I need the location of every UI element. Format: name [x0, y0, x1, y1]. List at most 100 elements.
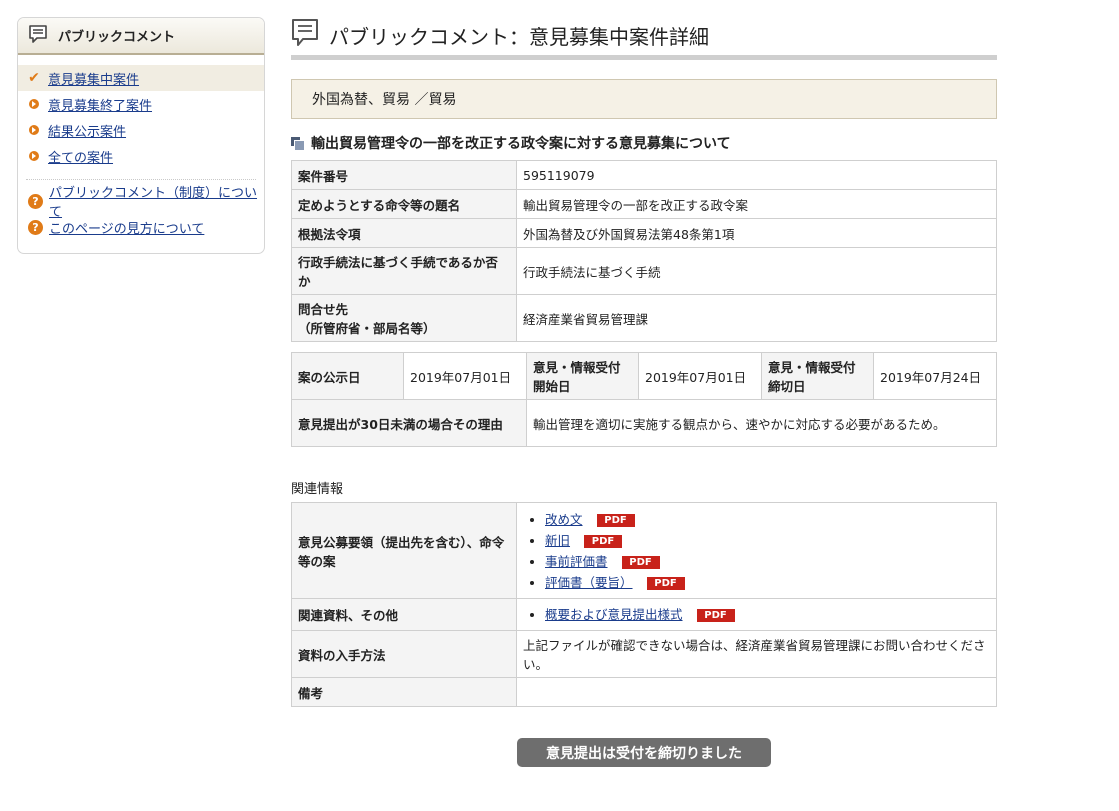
obtain-value: 上記ファイルが確認できない場合は、経済産業省貿易管理課にお問い合わせください。: [516, 630, 997, 678]
contact-label: 問合せ先 （所管府省・部局名等）: [291, 294, 517, 342]
help-link-page[interactable]: このページの見方について: [49, 218, 204, 237]
pub-date-value: 2019年07月01日: [403, 352, 527, 400]
question-icon: ?: [28, 193, 43, 209]
table-row: 意見提出が30日未満の場合その理由 輸出管理を適切に実施する観点から、速やかに対…: [291, 399, 997, 447]
related-info-heading: 関連情報: [291, 482, 344, 497]
table-row: 行政手続法に基づく手続であるか否か 行政手続法に基づく手続: [291, 247, 997, 295]
dates-table: 案の公示日 2019年07月01日 意見・情報受付 開始日 2019年07月01…: [291, 352, 997, 447]
other-list: 概要および意見提出様式 PDF: [523, 604, 990, 625]
obtain-label: 資料の入手方法: [291, 630, 517, 678]
case-no-value: 595119079: [516, 160, 997, 190]
arrow-circle-icon: [28, 151, 40, 161]
sidebar-help-system[interactable]: ? パブリックコメント（制度）について: [18, 186, 264, 220]
sidebar-link-closed-cases[interactable]: 意見募集終了案件: [48, 95, 152, 114]
list-item: 事前評価書 PDF: [545, 551, 990, 572]
sidebar-item-result-cases[interactable]: 結果公示案件: [18, 117, 264, 143]
sidebar-item-open-cases[interactable]: ✔ 意見募集中案件: [18, 65, 264, 91]
category-box: 外国為替、貿易 ／貿易: [291, 79, 997, 119]
sidebar: パブリックコメント ✔ 意見募集中案件 意見募集終了案件 結果公示案件 全ての案…: [17, 17, 265, 254]
doc-link-pre-evaluation[interactable]: 事前評価書: [545, 554, 608, 569]
start-date-value: 2019年07月01日: [638, 352, 762, 400]
remarks-value: [516, 677, 997, 707]
pdf-badge: PDF: [596, 513, 635, 527]
end-date-label-line1: 意見・情報受付: [768, 360, 856, 375]
name-label: 定めようとする命令等の題名: [291, 189, 517, 219]
category-text: 外国為替、貿易 ／貿易: [312, 92, 457, 108]
comment-icon: [291, 18, 319, 53]
docs-list: 改め文PDF 新旧PDF 事前評価書PDF 評価書（要旨）PDF: [523, 509, 990, 593]
case-subject: 輸出貿易管理令の一部を改正する政令案に対する意見募集について: [291, 133, 997, 153]
sidebar-item-closed-cases[interactable]: 意見募集終了案件: [18, 91, 264, 117]
table-row: 定めようとする命令等の題名 輸出貿易管理令の一部を改正する政令案: [291, 189, 997, 219]
name-value: 輸出貿易管理令の一部を改正する政令案: [516, 189, 997, 219]
start-date-label: 意見・情報受付 開始日: [526, 352, 639, 400]
table-row: 問合せ先 （所管府省・部局名等） 経済産業省貿易管理課: [291, 294, 997, 342]
docs-cell: 改め文PDF 新旧PDF 事前評価書PDF 評価書（要旨）PDF: [516, 502, 997, 599]
square-bullet-icon: [291, 137, 305, 151]
help-link-system[interactable]: パブリックコメント（制度）について: [49, 182, 264, 220]
title-underline: [291, 55, 997, 60]
sidebar-header: パブリックコメント: [18, 18, 264, 55]
table-row: 根拠法令項 外国為替及び外国貿易法第48条第1項: [291, 218, 997, 248]
doc-link-old-new[interactable]: 新旧: [545, 533, 570, 548]
docs-label: 意見公募要領（提出先を含む）、命令等の案: [291, 502, 517, 599]
page-title: パブリックコメント：意見募集中案件詳細: [291, 17, 997, 53]
sidebar-help: ? パブリックコメント（制度）について ? このページの見方について: [18, 186, 264, 240]
doc-link-overview-form[interactable]: 概要および意見提出様式: [545, 607, 683, 622]
question-icon: ?: [28, 219, 43, 235]
list-item: 新旧 PDF: [545, 530, 990, 551]
doc-link-amendment[interactable]: 改め文: [545, 512, 583, 527]
law-value: 外国為替及び外国貿易法第48条第1項: [516, 218, 997, 248]
pub-date-label: 案の公示日: [291, 352, 404, 400]
related-info-table: 意見公募要領（提出先を含む）、命令等の案 改め文PDF 新旧PDF 事前評価書P…: [291, 502, 997, 707]
end-date-label: 意見・情報受付 締切日: [761, 352, 874, 400]
case-subject-text: 輸出貿易管理令の一部を改正する政令案に対する意見募集について: [311, 136, 731, 152]
main-content: パブリックコメント：意見募集中案件詳細 外国為替、貿易 ／貿易 輸出貿易管理令の…: [291, 17, 997, 767]
sidebar-link-open-cases[interactable]: 意見募集中案件: [48, 69, 139, 88]
button-area: 意見提出は受付を締切りました: [291, 738, 997, 767]
doc-link-evaluation-summary[interactable]: 評価書（要旨）: [545, 575, 633, 590]
sidebar-item-all-cases[interactable]: 全ての案件: [18, 143, 264, 169]
reason-label: 意見提出が30日未満の場合その理由: [291, 399, 527, 447]
other-cell: 概要および意見提出様式 PDF: [516, 598, 997, 631]
list-item: 改め文 PDF: [545, 509, 990, 530]
arrow-circle-icon: [28, 99, 40, 109]
case-info-table: 案件番号 595119079 定めようとする命令等の題名 輸出貿易管理令の一部を…: [291, 160, 997, 342]
arrow-circle-icon: [28, 125, 40, 135]
contact-label-line2: （所管府省・部局名等）: [298, 321, 436, 336]
comment-icon: [28, 24, 48, 48]
other-label: 関連資料、その他: [291, 598, 517, 631]
contact-value: 経済産業省貿易管理課: [516, 294, 997, 342]
submission-closed-button[interactable]: 意見提出は受付を締切りました: [517, 738, 771, 767]
pdf-badge: PDF: [646, 576, 685, 590]
pdf-badge: PDF: [696, 609, 735, 622]
contact-label-line1: 問合せ先: [298, 302, 349, 317]
start-date-label-line1: 意見・情報受付: [533, 360, 621, 375]
end-date-value: 2019年07月24日: [873, 352, 997, 400]
list-item: 評価書（要旨） PDF: [545, 572, 990, 593]
table-row: 備考: [291, 677, 997, 707]
check-icon: ✔: [28, 70, 40, 86]
table-row: 案の公示日 2019年07月01日 意見・情報受付 開始日 2019年07月01…: [291, 352, 997, 400]
table-row: 案件番号 595119079: [291, 160, 997, 190]
sidebar-link-result-cases[interactable]: 結果公示案件: [48, 121, 126, 140]
remarks-label: 備考: [291, 677, 517, 707]
page-title-text: パブリックコメント：意見募集中案件詳細: [329, 24, 709, 49]
pdf-badge: PDF: [584, 534, 623, 548]
table-row: 意見公募要領（提出先を含む）、命令等の案 改め文PDF 新旧PDF 事前評価書P…: [291, 502, 997, 599]
start-date-label-line2: 開始日: [533, 379, 571, 394]
end-date-label-line2: 締切日: [768, 379, 806, 394]
sidebar-title: パブリックコメント: [58, 30, 176, 45]
reason-value: 輸出管理を適切に実施する観点から、速やかに対応する必要があるため。: [526, 399, 997, 447]
table-row: 関連資料、その他 概要および意見提出様式 PDF: [291, 598, 997, 631]
procedure-label: 行政手続法に基づく手続であるか否か: [291, 247, 517, 295]
case-no-label: 案件番号: [291, 160, 517, 190]
pdf-badge: PDF: [621, 555, 660, 569]
sidebar-divider: [26, 179, 256, 180]
law-label: 根拠法令項: [291, 218, 517, 248]
sidebar-link-all-cases[interactable]: 全ての案件: [48, 147, 113, 166]
sidebar-nav: ✔ 意見募集中案件 意見募集終了案件 結果公示案件 全ての案件: [18, 65, 264, 169]
list-item: 概要および意見提出様式 PDF: [545, 604, 990, 625]
procedure-value: 行政手続法に基づく手続: [516, 247, 997, 295]
table-row: 資料の入手方法 上記ファイルが確認できない場合は、経済産業省貿易管理課にお問い合…: [291, 630, 997, 678]
